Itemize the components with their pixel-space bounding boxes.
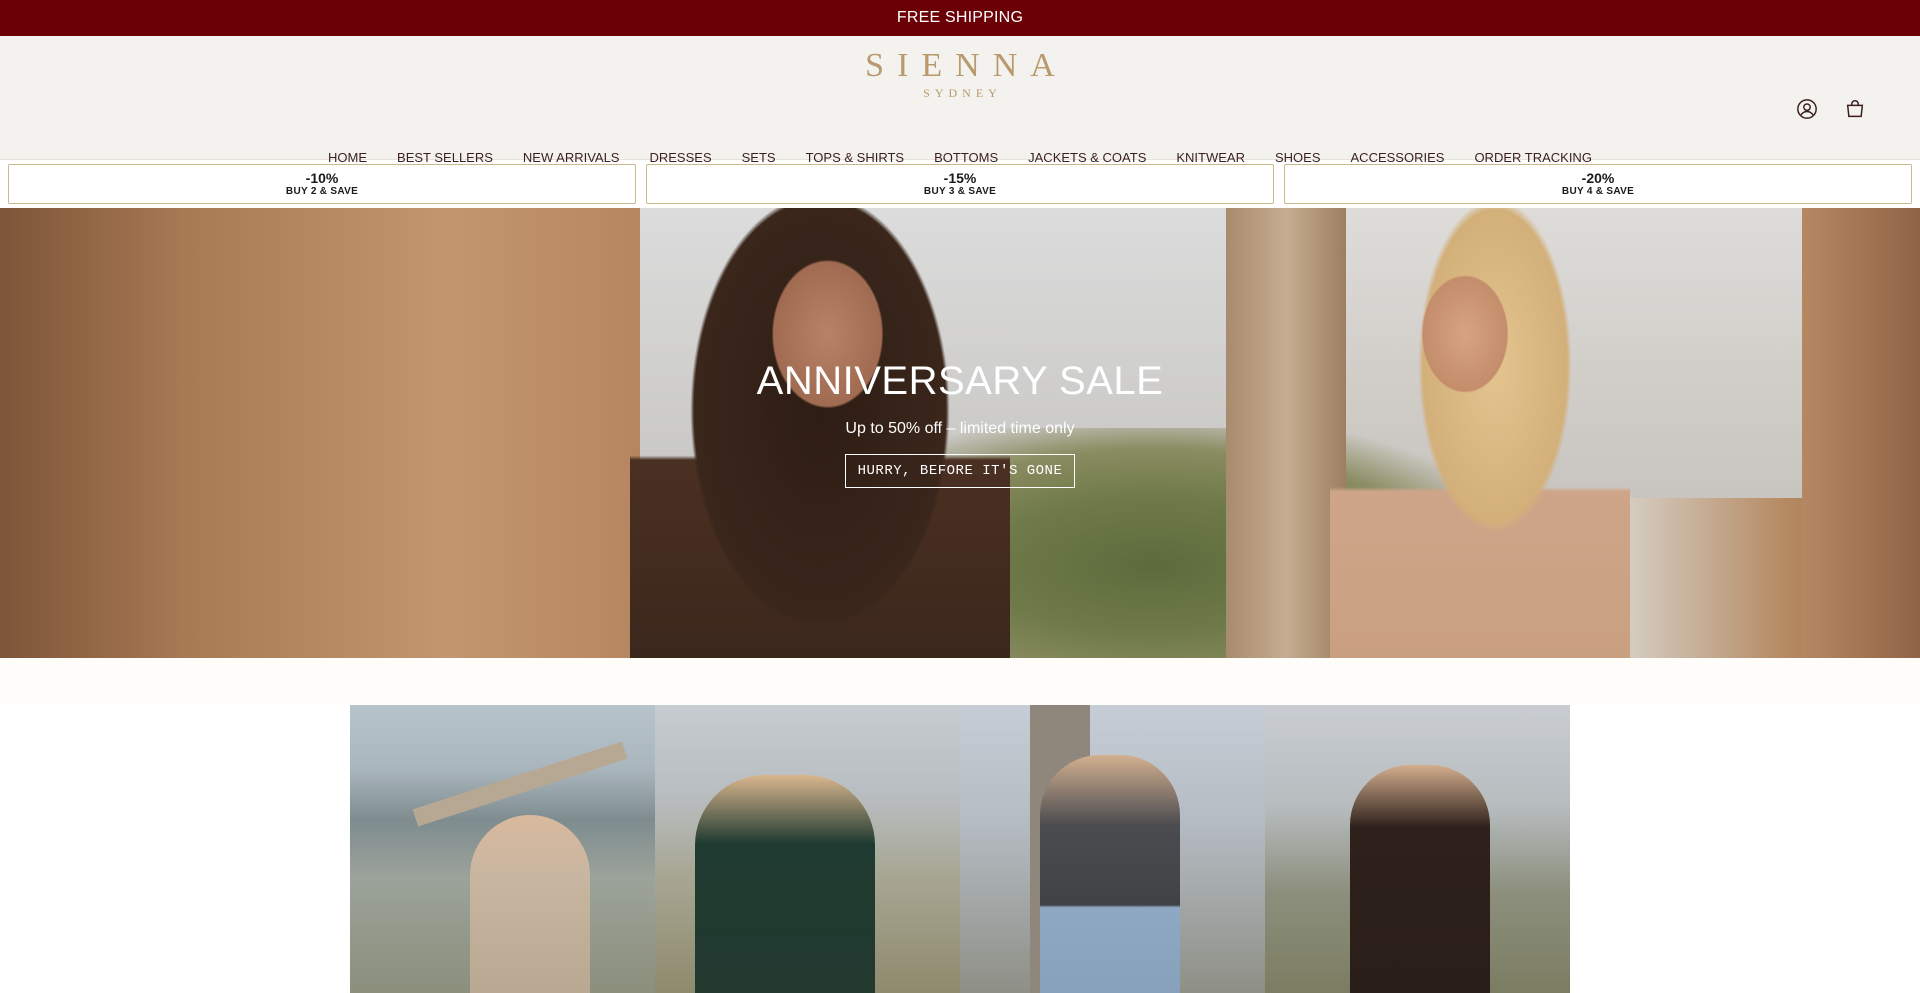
nav-item-new-arrivals[interactable]: NEW ARRIVALS [508,150,635,166]
bundle-discounts: -10% BUY 2 & SAVE -15% BUY 3 & SAVE -20% BUY … [0,160,1920,208]
collection-tile-2[interactable] [655,705,960,993]
nav-item-tops-and-shirts[interactable]: TOPS & SHIRTS [791,150,920,166]
nav-item-best-sellers[interactable]: BEST SELLERS [382,150,508,166]
discount-label: BUY 3 & SAVE [923,185,997,197]
brand-logo[interactable]: SIENNA SYDNEY [0,48,1920,101]
nav-item-bottoms[interactable]: BOTTOMS [919,150,1013,166]
nav-item-accessories[interactable]: ACCESSORIES [1336,150,1460,166]
discount-tier-2[interactable]: -15% BUY 3 & SAVE [646,164,1274,204]
hero-content: ANNIVERSARY SALE Up to 50% off – limited… [0,358,1920,488]
discount-percent: -10% [305,169,339,186]
hero-banner: ANNIVERSARY SALE Up to 50% off – limited… [0,208,1920,658]
discount-percent: -15% [943,169,977,186]
collection-tiles [350,705,1570,993]
collection-strip [0,705,1920,993]
nav-item-shoes[interactable]: SHOES [1260,150,1336,166]
account-icon[interactable] [1796,98,1818,120]
hero-cta-button[interactable]: HURRY, BEFORE IT'S GONE [844,454,1076,488]
section-spacer [0,658,1920,705]
announcement-bar: FREE SHIPPING [0,0,1920,36]
discount-label: BUY 2 & SAVE [285,185,359,197]
collection-tile-3[interactable] [960,705,1265,993]
nav-item-jackets-and-coats[interactable]: JACKETS & COATS [1013,150,1161,166]
tile-image-model [470,815,590,993]
tile-image-rail [412,741,628,827]
cart-icon[interactable] [1844,98,1866,120]
brand-name: SIENNA [865,47,1068,84]
hero-title: ANNIVERSARY SALE [756,359,1164,403]
header-icons [1796,98,1866,120]
collection-tile-1[interactable] [350,705,655,993]
tile-image-model [1040,755,1180,993]
tile-image-model [695,775,875,993]
collection-tile-4[interactable] [1265,705,1570,993]
nav-item-sets[interactable]: SETS [727,150,791,166]
site-header: SIENNA SYDNEY HOME BEST SELLERS NEW ARRIVA… [0,36,1920,165]
nav-item-home[interactable]: HOME [313,150,382,166]
nav-item-dresses[interactable]: DRESSES [634,150,726,166]
tile-image-model [1350,765,1490,993]
discount-tier-3[interactable]: -20% BUY 4 & SAVE [1284,164,1912,204]
nav-item-knitwear[interactable]: KNITWEAR [1161,150,1260,166]
discount-label: BUY 4 & SAVE [1561,185,1635,197]
hero-subtitle: Up to 50% off – limited time only [845,420,1075,437]
announcement-text: FREE SHIPPING [896,9,1024,26]
main-navigation: HOME BEST SELLERS NEW ARRIVALS DRESSES SETS T… [0,150,1920,166]
discount-tier-1[interactable]: -10% BUY 2 & SAVE [8,164,636,204]
discount-percent: -20% [1581,169,1615,186]
brand-subtitle: SYDNEY [923,86,1002,100]
nav-item-order-tracking[interactable]: ORDER TRACKING [1459,150,1607,166]
